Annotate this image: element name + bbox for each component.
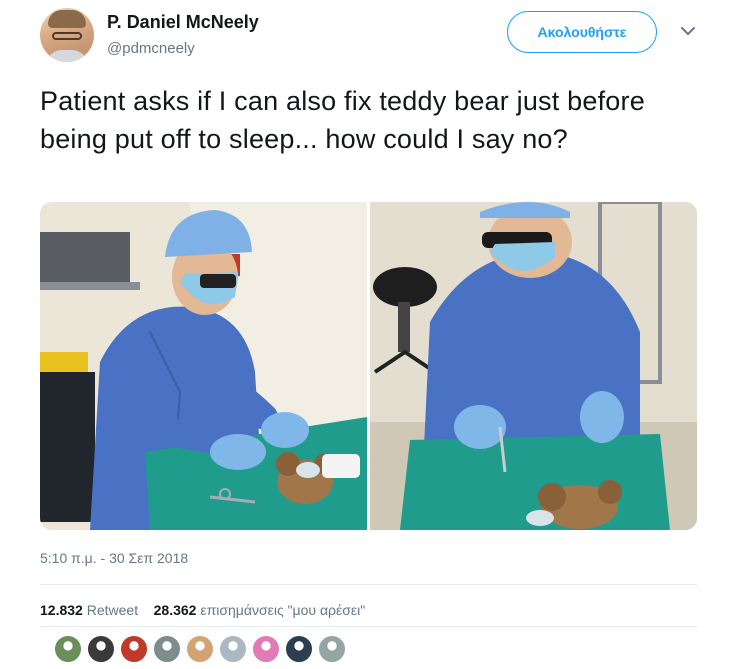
engagement-stats: 12.832 Retweet 28.362 επισημάνσεις "μου … — [40, 602, 365, 618]
chevron-down-icon[interactable] — [679, 24, 697, 38]
liker-avatar[interactable] — [185, 634, 215, 664]
likes-label[interactable]: επισημάνσεις "μου αρέσει" — [200, 602, 365, 618]
liker-avatar[interactable] — [86, 634, 116, 664]
liker-avatar[interactable] — [152, 634, 182, 664]
media-grid — [40, 202, 697, 530]
photo-surgeon-side-view[interactable] — [40, 202, 367, 530]
photo-right-illustration — [370, 202, 697, 530]
author-handle[interactable]: @pdmcneely — [107, 40, 195, 57]
photo-surgeon-front-view[interactable] — [370, 202, 697, 530]
liker-avatar[interactable] — [53, 634, 83, 664]
tweet-card: P. Daniel McNeely @pdmcneely Ακολουθήστε… — [0, 0, 735, 669]
liker-avatar[interactable] — [251, 634, 281, 664]
retweets-count[interactable]: 12.832 — [40, 602, 83, 618]
divider — [40, 584, 697, 585]
author-avatar[interactable] — [40, 8, 94, 62]
tweet-text: Patient asks if I can also fix teddy bea… — [40, 86, 645, 154]
author-name[interactable]: P. Daniel McNeely — [107, 12, 259, 33]
photo-left-illustration — [40, 202, 367, 530]
liker-avatar[interactable] — [317, 634, 347, 664]
follow-button[interactable]: Ακολουθήστε — [507, 11, 657, 53]
tweet-timestamp[interactable]: 5:10 π.μ. - 30 Σεπ 2018 — [40, 550, 188, 566]
liker-avatar[interactable] — [218, 634, 248, 664]
retweets-label[interactable]: Retweet — [87, 602, 138, 618]
likes-count[interactable]: 28.362 — [154, 602, 197, 618]
liker-avatar[interactable] — [119, 634, 149, 664]
divider — [40, 626, 697, 627]
liker-avatar[interactable] — [284, 634, 314, 664]
